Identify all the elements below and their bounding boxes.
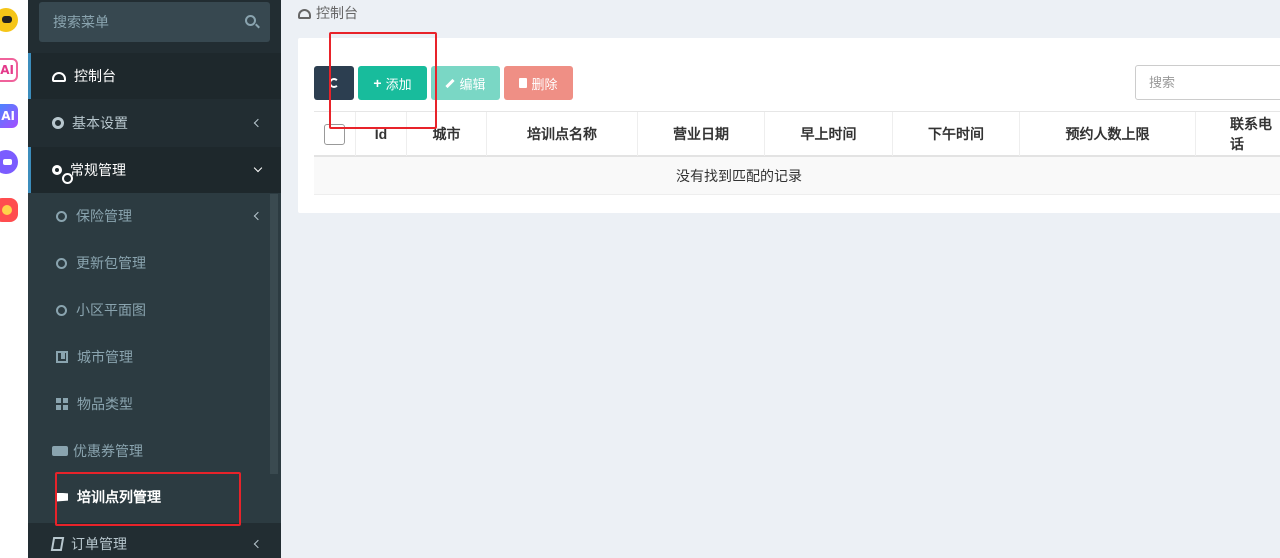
refresh-button[interactable] xyxy=(314,66,354,100)
sidebar-item-label: 城市管理 xyxy=(77,349,133,365)
sidebar-item-orders[interactable]: 订单管理 xyxy=(28,521,281,558)
column-header-training-point-name[interactable]: 培训点名称 xyxy=(487,112,638,156)
breadcrumb: 控制台 xyxy=(298,3,358,23)
sidebar-item-label: 优惠券管理 xyxy=(73,443,143,459)
edit-button[interactable]: 编辑 xyxy=(431,66,500,100)
sidebar-item-cities[interactable]: 城市管理 xyxy=(28,334,281,380)
sidebar-search-input[interactable] xyxy=(39,2,239,42)
circle-icon xyxy=(56,210,67,222)
sidebar-item-item-types[interactable]: 物品类型 xyxy=(28,381,281,427)
edit-button-label: 编辑 xyxy=(459,76,486,92)
sidebar-item-floor-plan[interactable]: 小区平面图 xyxy=(28,287,281,333)
column-header-booking-limit[interactable]: 预约人数上限 xyxy=(1020,112,1196,156)
sidebar-item-insurance[interactable]: 保险管理 xyxy=(28,193,281,239)
app-launcher-strip: AI AI xyxy=(0,0,28,558)
chevron-left-icon xyxy=(253,118,263,128)
column-header-city[interactable]: 城市 xyxy=(407,112,487,156)
sidebar-item-training-points[interactable]: 培训点列管理 xyxy=(28,474,281,520)
ai-app-icon[interactable]: AI xyxy=(0,58,18,82)
delete-button[interactable]: 删除 xyxy=(504,66,573,100)
table-header: Id 城市 培训点名称 营业日期 早上时间 下午时间 预约人数上限 联系电话 xyxy=(314,111,1280,157)
sidebar-item-update-packages[interactable]: 更新包管理 xyxy=(28,240,281,286)
sidebar-item-label: 控制台 xyxy=(74,68,116,84)
sidebar-item-general-management[interactable]: 常规管理 xyxy=(28,147,281,193)
select-all-checkbox[interactable] xyxy=(324,123,345,145)
sidebar-item-basic-settings[interactable]: 基本设置 xyxy=(28,100,281,146)
refresh-icon xyxy=(329,78,339,88)
ai-assistant-app-icon[interactable]: AI xyxy=(0,104,18,128)
breadcrumb-label[interactable]: 控制台 xyxy=(316,3,358,23)
chevron-down-icon xyxy=(253,163,263,173)
empty-table-row: 没有找到匹配的记录 xyxy=(314,157,1280,195)
sidebar-item-label: 常规管理 xyxy=(70,162,126,178)
sidebar-item-label: 小区平面图 xyxy=(76,302,146,318)
chevron-left-icon xyxy=(253,539,263,549)
sidebar-item-dashboard[interactable]: 控制台 xyxy=(28,53,281,99)
sidebar-item-coupons[interactable]: 优惠券管理 xyxy=(28,428,281,474)
select-all-cell xyxy=(314,112,356,156)
dashboard-icon xyxy=(298,9,311,19)
gears-icon xyxy=(52,165,73,184)
sidebar-scrollbar[interactable] xyxy=(270,194,278,474)
robot-app-icon[interactable] xyxy=(0,150,18,174)
chatbot-app-icon[interactable] xyxy=(0,8,18,32)
sidebar-item-label: 培训点列管理 xyxy=(77,489,161,505)
search-icon[interactable] xyxy=(245,15,256,26)
sidebar: 控制台 基本设置 常规管理 保险管理 更新包管理 小区平面图 城市管理 xyxy=(28,0,281,558)
column-header-afternoon-time[interactable]: 下午时间 xyxy=(893,112,1020,156)
trash-icon xyxy=(519,78,528,88)
circle-icon xyxy=(56,304,67,316)
grid-icon xyxy=(56,398,68,410)
add-button-label: 添加 xyxy=(385,76,412,92)
empty-message: 没有找到匹配的记录 xyxy=(676,167,802,184)
board-icon xyxy=(56,351,68,363)
plus-icon: + xyxy=(373,75,382,91)
dashboard-icon xyxy=(52,72,66,82)
sidebar-item-label: 更新包管理 xyxy=(76,255,146,271)
book-icon xyxy=(50,537,65,551)
chevron-left-icon xyxy=(253,211,263,221)
submenu-general-management: 保险管理 更新包管理 小区平面图 城市管理 物品类型 优惠券管理 培训点列管理 xyxy=(28,193,281,523)
sidebar-item-label: 基本设置 xyxy=(72,115,128,131)
pencil-icon xyxy=(445,78,456,88)
ticket-icon xyxy=(52,446,68,456)
sidebar-item-label: 保险管理 xyxy=(76,208,132,224)
column-header-morning-time[interactable]: 早上时间 xyxy=(765,112,893,156)
column-header-id[interactable]: Id xyxy=(356,112,407,156)
column-header-phone[interactable]: 联系电话 xyxy=(1196,112,1280,156)
table-search-input[interactable] xyxy=(1135,65,1280,100)
game-app-icon[interactable] xyxy=(0,198,18,222)
gear-icon xyxy=(52,117,64,129)
column-header-business-date[interactable]: 营业日期 xyxy=(638,112,765,156)
sidebar-item-label: 订单管理 xyxy=(71,536,127,552)
delete-button-label: 删除 xyxy=(531,76,558,92)
circle-icon xyxy=(56,257,67,269)
sidebar-search xyxy=(39,2,270,42)
add-button[interactable]: + 添加 xyxy=(358,66,427,100)
sidebar-item-label: 物品类型 xyxy=(77,396,133,412)
flag-icon xyxy=(56,492,68,502)
